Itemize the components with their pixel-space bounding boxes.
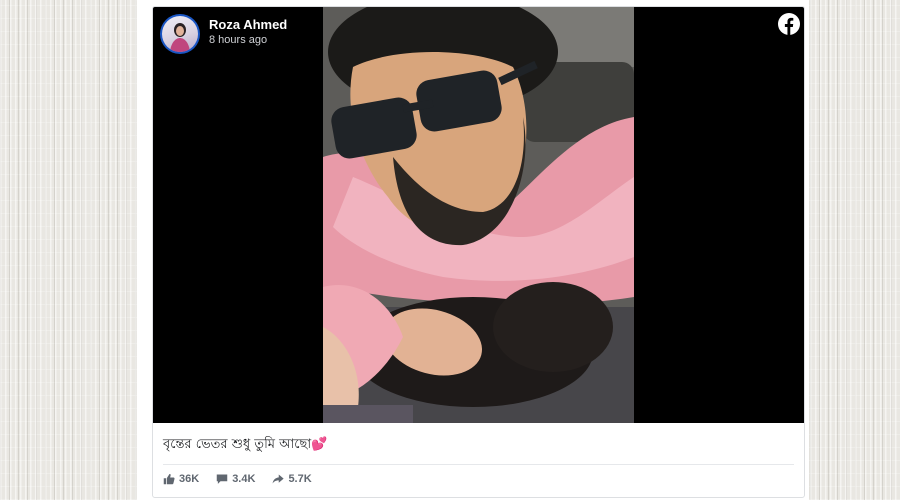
shares-count: 5.7K bbox=[288, 473, 312, 485]
avatar-portrait bbox=[170, 23, 190, 52]
likes-count: 36K bbox=[179, 473, 200, 485]
comments-stat[interactable]: 3.4K bbox=[216, 473, 255, 485]
share-icon bbox=[273, 474, 285, 484]
page-column: Roza Ahmed 8 hours ago বৃন্তের ভেতর শুধু… bbox=[137, 0, 809, 500]
avatar-image bbox=[162, 16, 198, 52]
shares-stat[interactable]: 5.7K bbox=[272, 473, 312, 485]
post-media[interactable]: Roza Ahmed 8 hours ago bbox=[153, 7, 804, 423]
likes-stat[interactable]: 36K bbox=[163, 473, 199, 485]
author-block: Roza Ahmed 8 hours ago bbox=[209, 17, 287, 47]
facebook-icon[interactable] bbox=[778, 13, 800, 35]
post-timestamp[interactable]: 8 hours ago bbox=[209, 33, 287, 47]
selfie-image bbox=[323, 7, 634, 423]
engagement-stats: 36K 3.4K 5.7K bbox=[163, 473, 329, 485]
facebook-post-embed: Roza Ahmed 8 hours ago বৃন্তের ভেতর শুধু… bbox=[152, 6, 805, 498]
comments-count: 3.4K bbox=[232, 473, 256, 485]
author-name[interactable]: Roza Ahmed bbox=[209, 17, 287, 33]
divider bbox=[163, 464, 794, 465]
post-photo[interactable] bbox=[323, 7, 634, 423]
comment-icon bbox=[216, 474, 228, 484]
author-avatar[interactable] bbox=[160, 14, 200, 54]
post-caption: বৃন্তের ভেতর শুধু তুমি আছো💕 bbox=[163, 437, 328, 452]
thumbs-up-icon bbox=[163, 474, 175, 485]
